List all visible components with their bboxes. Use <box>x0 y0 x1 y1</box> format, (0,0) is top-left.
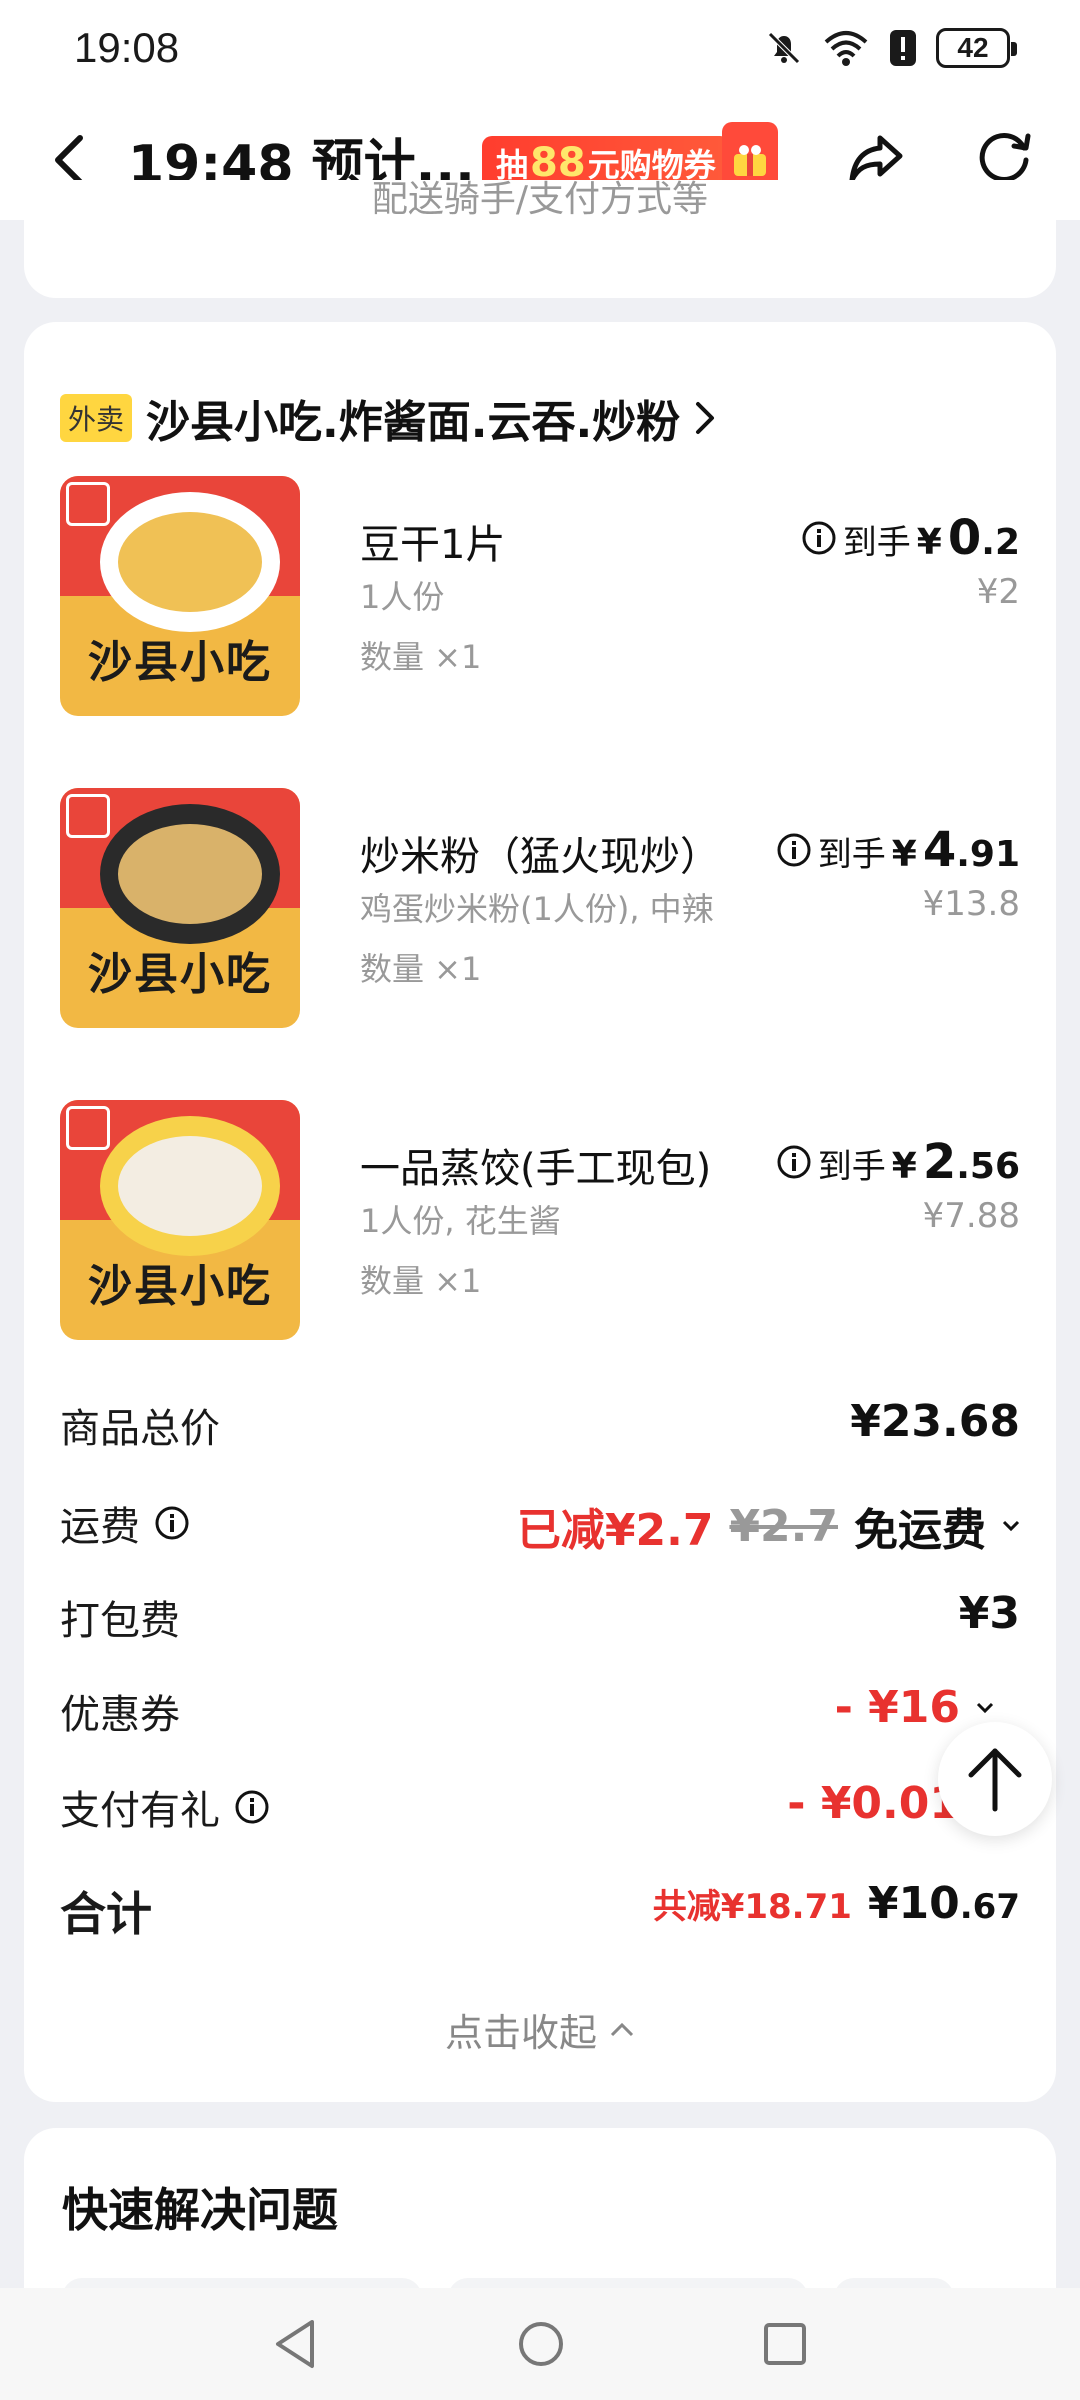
price-decimal: .2 <box>981 522 1020 563</box>
free-delivery-text: 免运费 <box>854 1505 986 1556</box>
payment-gift-row[interactable]: 支付有礼 - ¥0.01 <box>60 1778 1020 1838</box>
order-card: 外卖 沙县小吃.炸酱面.云吞.炒粉 沙县小吃 豆干1片 1人份 数量 ×1 到手… <box>24 322 1056 2102</box>
info-icon[interactable] <box>801 520 837 556</box>
battery-indicator: 42 <box>936 28 1017 68</box>
nav-back-icon[interactable] <box>272 2318 320 2370</box>
product-image: 沙县小吃 <box>60 476 300 716</box>
order-item[interactable]: 沙县小吃 一品蒸饺(手工现包) 1人份, 花生酱 数量 ×1 到手 ¥2.56 … <box>60 1100 1020 1340</box>
price-label: 到手 <box>842 523 911 563</box>
price-decimal: .91 <box>956 834 1020 875</box>
product-image-logo: 沙县小吃 <box>88 1261 272 1312</box>
coupon-label: 优惠券 <box>60 1692 180 1738</box>
status-bar: 19:08 42 <box>0 0 1080 100</box>
scroll-to-top-button[interactable] <box>938 1722 1052 1836</box>
item-final-price: 到手 ¥2.56 <box>776 1134 1020 1190</box>
coupon-row[interactable]: 优惠券 - ¥16 <box>60 1682 1020 1742</box>
price-decimal: .56 <box>956 1146 1020 1187</box>
item-spec: 1人份 <box>360 578 445 616</box>
delivery-fee-label: 运费 <box>60 1504 140 1550</box>
goods-total-value: ¥23.68 <box>850 1396 1020 1447</box>
coupon-value-group: - ¥16 <box>835 1682 994 1733</box>
system-nav-bar <box>0 2288 1080 2400</box>
total-integer: 10 <box>898 1878 960 1929</box>
currency-symbol: ¥ <box>867 1878 899 1929</box>
currency-symbol: ¥ <box>891 1146 917 1187</box>
packing-fee-value: ¥3 <box>958 1588 1020 1639</box>
payment-gift-label: 支付有礼 <box>60 1788 220 1834</box>
goods-total-row: 商品总价 ¥23.68 <box>60 1396 1020 1456</box>
item-final-price: 到手 ¥4.91 <box>776 822 1020 878</box>
alert-icon <box>890 30 916 66</box>
payment-gift-value: - ¥0.01 <box>787 1778 960 1829</box>
currency-symbol: ¥ <box>916 522 942 563</box>
item-spec: 1人份, 花生酱 <box>360 1202 561 1240</box>
item-original-price: ¥2 <box>976 572 1020 612</box>
delivery-info-card: 配送骑手/支付方式等 <box>24 180 1056 298</box>
info-icon[interactable] <box>776 1144 812 1180</box>
price-integer: 4 <box>922 822 957 878</box>
status-time: 19:08 <box>74 24 180 71</box>
item-final-price: 到手 ¥0.2 <box>801 510 1020 566</box>
packing-fee-row: 打包费 ¥3 <box>60 1588 1020 1648</box>
arrow-up-icon <box>968 1748 1022 1812</box>
coupon-value: - ¥16 <box>834 1682 960 1733</box>
item-name: 炒米粉（猛火现炒） <box>360 834 720 880</box>
order-total-value: 共减¥18.71 ¥10.67 <box>653 1878 1020 1929</box>
price-integer: 0 <box>947 510 982 566</box>
order-item[interactable]: 沙县小吃 豆干1片 1人份 数量 ×1 到手 ¥0.2 ¥2 <box>60 476 1020 716</box>
shop-name: 沙县小吃.炸酱面.云吞.炒粉 <box>146 397 681 448</box>
delivery-original-price: ¥2.7 <box>729 1500 838 1552</box>
product-image: 沙县小吃 <box>60 788 300 1028</box>
item-name: 一品蒸饺(手工现包) <box>360 1146 712 1192</box>
item-quantity: 数量 ×1 <box>360 950 482 988</box>
item-original-price: ¥7.88 <box>922 1196 1020 1236</box>
item-name: 豆干1片 <box>360 522 506 568</box>
collapse-button[interactable]: 点击收起 <box>24 2002 1056 2057</box>
collapse-label: 点击收起 <box>444 2011 597 2055</box>
takeout-tag: 外卖 <box>60 394 133 442</box>
delivery-info-text: 配送骑手/支付方式等 <box>371 180 709 220</box>
item-quantity: 数量 ×1 <box>360 638 482 676</box>
delivery-reduced: 已减¥2.7 <box>516 1505 714 1556</box>
price-label: 到手 <box>817 1147 886 1187</box>
price-label: 到手 <box>817 835 886 875</box>
product-image-logo: 沙县小吃 <box>88 949 272 1000</box>
chevron-up-icon <box>610 2022 634 2036</box>
currency-symbol: ¥ <box>891 834 917 875</box>
chevron-right-icon <box>696 402 715 434</box>
chevron-down-icon <box>1002 1520 1020 1532</box>
quick-help-title: 快速解决问题 <box>62 2183 338 2237</box>
product-image: 沙县小吃 <box>60 1100 300 1340</box>
order-item[interactable]: 沙县小吃 炒米粉（猛火现炒） 鸡蛋炒米粉(1人份), 中辣 数量 ×1 到手 ¥… <box>60 788 1020 1028</box>
item-original-price: ¥13.8 <box>922 884 1020 924</box>
product-image-logo: 沙县小吃 <box>88 637 272 688</box>
delivery-fee-value: 已减¥2.7 ¥2.7 免运费 <box>517 1494 1020 1558</box>
item-spec: 鸡蛋炒米粉(1人份), 中辣 <box>360 890 714 928</box>
delivery-fee-label-group: 运费 <box>60 1494 190 1552</box>
item-quantity: 数量 ×1 <box>360 1262 482 1300</box>
chevron-down-icon <box>976 1702 994 1713</box>
shop-header[interactable]: 外卖 沙县小吃.炸酱面.云吞.炒粉 <box>60 386 716 450</box>
nav-home-icon[interactable] <box>516 2319 566 2369</box>
status-icons: 42 <box>764 28 1017 68</box>
total-amount: ¥10.67 <box>868 1878 1020 1929</box>
order-total-row: 合计 共减¥18.71 ¥10.67 <box>60 1878 1020 1941</box>
delivery-fee-row[interactable]: 运费 已减¥2.7 ¥2.7 免运费 <box>60 1494 1020 1556</box>
payment-gift-label-group: 支付有礼 <box>60 1778 270 1836</box>
order-total-label: 合计 <box>60 1887 152 1941</box>
info-icon[interactable] <box>234 1789 270 1825</box>
packing-fee-label: 打包费 <box>60 1598 180 1644</box>
wifi-icon <box>824 31 868 66</box>
bell-muted-icon <box>768 32 800 64</box>
price-integer: 2 <box>922 1134 957 1190</box>
goods-total-label: 商品总价 <box>60 1406 220 1452</box>
total-decimal: .67 <box>959 1887 1020 1927</box>
total-saved: 共减¥18.71 <box>652 1887 852 1927</box>
info-icon[interactable] <box>776 832 812 868</box>
nav-recents-icon[interactable] <box>762 2321 808 2367</box>
info-icon[interactable] <box>154 1505 190 1541</box>
